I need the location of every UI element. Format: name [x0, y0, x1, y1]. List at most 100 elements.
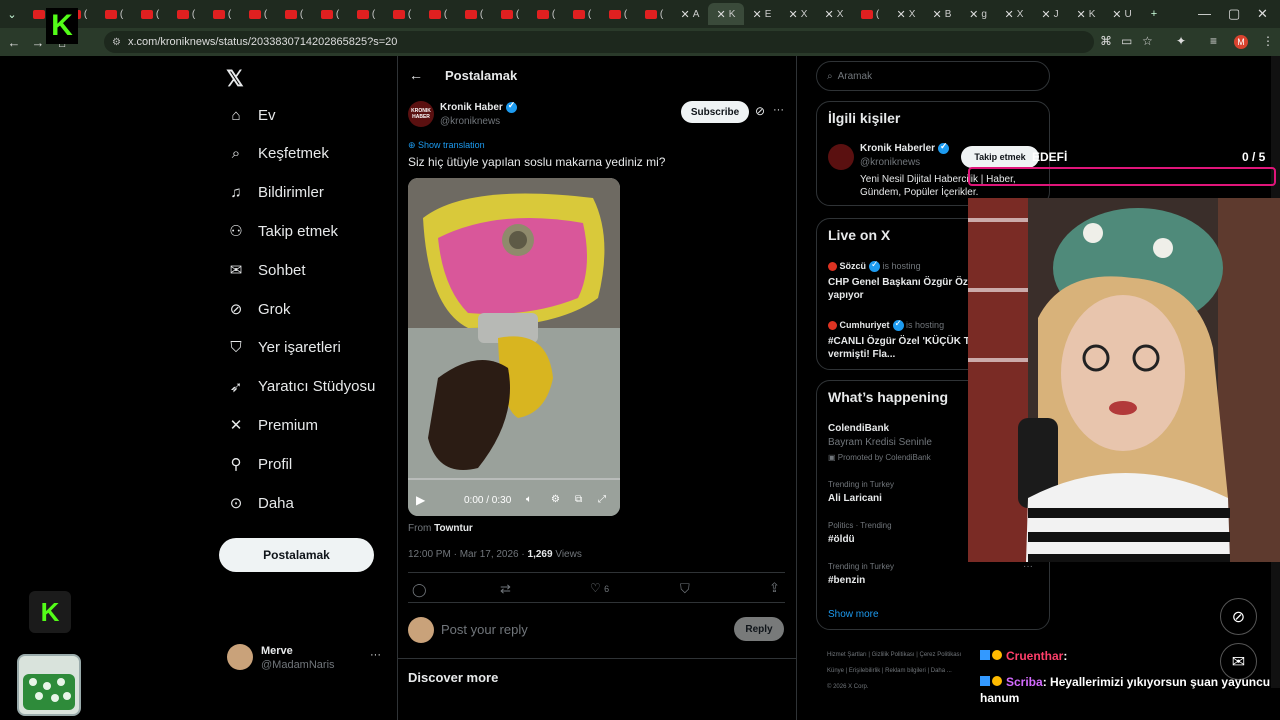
footer-link[interactable]: Hizmet Şartları	[827, 652, 867, 658]
browser-tab[interactable]: (	[96, 3, 132, 25]
nav-item[interactable]: ⛉ Yer işaretleri	[226, 338, 340, 358]
nav-item[interactable]: ⌂ Ev	[226, 105, 275, 125]
nav-item[interactable]: ⚲ Profil	[226, 454, 293, 474]
nav-item[interactable]: ⚇ Takip etmek	[226, 221, 338, 241]
trend-name[interactable]: #öldü	[828, 534, 855, 545]
browser-tab[interactable]: (	[852, 3, 888, 25]
browser-tab[interactable]: ✕ B	[924, 3, 960, 25]
footer-link[interactable]: Künye	[827, 668, 844, 674]
footer-link[interactable]: Daha ...	[931, 668, 952, 674]
browser-tab[interactable]: (	[456, 3, 492, 25]
trend-name[interactable]: Ali Laricani	[828, 493, 882, 504]
account-more-icon[interactable]: ···	[370, 649, 381, 661]
browser-tab[interactable]: ✕ X	[888, 3, 924, 25]
browser-tab[interactable]: ✕ g	[960, 3, 996, 25]
browser-tab[interactable]: (	[312, 3, 348, 25]
browser-tab[interactable]: (	[348, 3, 384, 25]
like-button[interactable]: ♡ 6	[590, 581, 609, 595]
url-bar[interactable]: ⚙ x.com/kroniknews/status/20338307142028…	[104, 31, 1094, 53]
browser-tab[interactable]: (	[204, 3, 240, 25]
nav-item[interactable]: ⊙ Daha	[226, 493, 294, 513]
browser-tab[interactable]: ✕ K	[708, 3, 744, 25]
browser-tab[interactable]: (	[276, 3, 312, 25]
browser-tab[interactable]: (	[492, 3, 528, 25]
browser-tab[interactable]: ✕ E	[744, 3, 780, 25]
reply-button[interactable]: Reply	[734, 617, 784, 641]
grok-action-icon[interactable]: ⊘	[755, 104, 765, 118]
browser-tab[interactable]: ✕ X	[816, 3, 852, 25]
close-window-icon[interactable]: ✕	[1257, 6, 1268, 22]
browser-tab[interactable]: (	[636, 3, 672, 25]
youtube-favicon-icon	[644, 9, 657, 19]
trend-more-icon[interactable]: ···	[1023, 561, 1033, 572]
cast-icon[interactable]: ▭	[1121, 34, 1132, 48]
back-arrow-icon[interactable]: ←	[409, 67, 423, 83]
browser-tab[interactable]: ✕ J	[1032, 3, 1068, 25]
promo-name[interactable]: ColendiBank	[828, 423, 889, 434]
translate-icon[interactable]: ⌘	[1100, 34, 1112, 48]
footer-link[interactable]: Çerez Politikası	[920, 652, 962, 658]
fullscreen-icon[interactable]: ⤢	[598, 494, 606, 505]
back-icon[interactable]: ←	[2, 35, 26, 50]
browser-tab[interactable]: ✕ X	[780, 3, 816, 25]
browser-tab[interactable]: ✕ X	[996, 3, 1032, 25]
nav-item[interactable]: ➶ Yaratıcı Stüdyosu	[226, 377, 376, 397]
author-name-row[interactable]: Kronik Haber	[440, 100, 517, 113]
browser-tab[interactable]: (	[384, 3, 420, 25]
browser-tab[interactable]: ✕ U	[1104, 3, 1140, 25]
nav-item[interactable]: ✉ Sohbet	[226, 260, 306, 280]
video-player[interactable]: ▶ 0:00 / 0:30 🔈︎ ⚙ ⧉ ⤢	[408, 178, 620, 516]
maximize-icon[interactable]: ▢	[1228, 6, 1240, 22]
author-avatar[interactable]: KRONIK HABER	[408, 101, 434, 127]
play-button-icon[interactable]: ▶	[416, 493, 425, 507]
post-more-icon[interactable]: ···	[773, 104, 784, 116]
nav-item[interactable]: ✕ Premium	[226, 415, 318, 435]
from-name[interactable]: Towntur	[434, 523, 473, 534]
footer-link[interactable]: Reklam bilgileri	[885, 668, 926, 674]
pip-icon[interactable]: ⧉	[575, 494, 582, 505]
volume-icon[interactable]: 🔈︎	[526, 494, 532, 505]
minimize-icon[interactable]: —	[1198, 6, 1211, 21]
repost-icon[interactable]: ⇄	[500, 581, 511, 597]
search-box[interactable]: ⌕ Aramak	[816, 61, 1050, 91]
show-more-link[interactable]: Show more	[828, 609, 879, 620]
related-avatar[interactable]	[828, 144, 854, 170]
footer-link[interactable]: Gizlilik Politikası	[872, 652, 915, 658]
new-tab-button[interactable]: +	[1140, 3, 1168, 25]
browser-tab[interactable]: (	[168, 3, 204, 25]
live-host-row[interactable]: Sözcü is hosting	[828, 259, 921, 273]
show-translation-link[interactable]: ⊕ Show translation	[408, 140, 485, 151]
live-host-row[interactable]: Cumhuriyet is hosting	[828, 318, 944, 332]
browser-tab[interactable]: (	[600, 3, 636, 25]
profile-avatar[interactable]: M	[1234, 35, 1248, 49]
x-logo-icon[interactable]: 𝕏	[226, 66, 244, 92]
reply-input[interactable]: Post your reply	[441, 622, 528, 637]
reply-icon[interactable]: ◯	[412, 582, 427, 598]
browser-tab[interactable]: (	[564, 3, 600, 25]
star-icon[interactable]: ☆	[1142, 34, 1153, 48]
trend-name[interactable]: #benzin	[828, 575, 865, 586]
nav-item[interactable]: ⌕ Keşfetmek	[226, 144, 329, 164]
browser-tab[interactable]: ✕ K	[1068, 3, 1104, 25]
grok-float-button[interactable]: ⊘	[1220, 598, 1257, 635]
site-info-icon[interactable]: ⚙	[112, 37, 121, 48]
menu-icon[interactable]: ⋮	[1262, 34, 1274, 48]
browser-tab[interactable]: (	[420, 3, 456, 25]
extensions-icon[interactable]: ✦	[1176, 34, 1186, 48]
media-icon[interactable]: ≡	[1210, 34, 1217, 48]
browser-tab[interactable]: ✕ A	[672, 3, 708, 25]
bookmark-action-icon[interactable]: ⛉	[680, 581, 690, 597]
nav-item[interactable]: ⊘ Grok	[226, 299, 291, 319]
post-button[interactable]: Postalamak	[219, 538, 374, 572]
browser-tab[interactable]: (	[528, 3, 564, 25]
subscribe-button[interactable]: Subscribe	[681, 101, 749, 123]
share-icon[interactable]: ⇪	[769, 580, 780, 596]
nav-item[interactable]: ♫ Bildirimler	[226, 183, 323, 203]
browser-tab[interactable]: (	[132, 3, 168, 25]
settings-icon[interactable]: ⚙	[551, 494, 560, 505]
related-name-row[interactable]: Kronik Haberler	[860, 141, 950, 154]
browser-tab[interactable]: (	[240, 3, 276, 25]
account-avatar[interactable]	[227, 644, 253, 670]
footer-link[interactable]: Erişilebilirlik	[849, 668, 880, 674]
tab-list-icon[interactable]: ⌄	[0, 3, 24, 25]
